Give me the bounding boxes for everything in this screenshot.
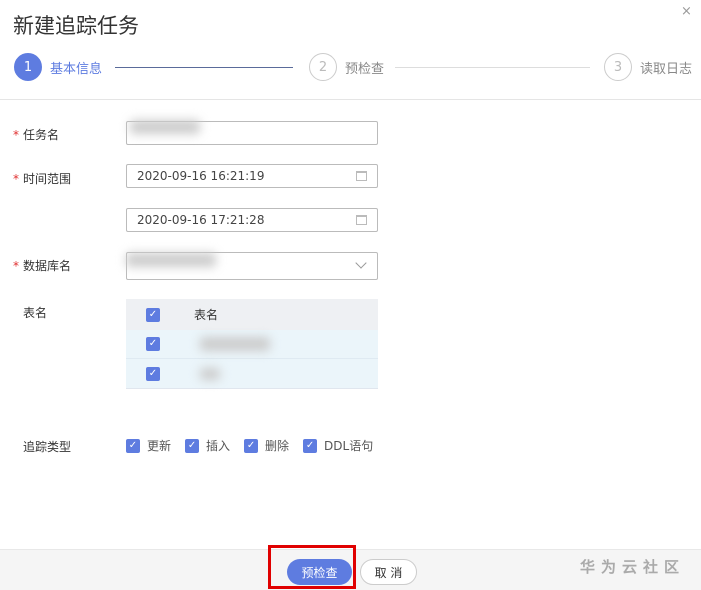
- step-1-label: 基本信息: [50, 62, 103, 77]
- checkbox-update-label: 更新: [147, 439, 172, 453]
- db-name-label: 数据库名: [23, 259, 72, 273]
- chevron-down-icon: [355, 257, 367, 269]
- task-name-label: 任务名: [23, 128, 60, 142]
- cancel-button[interactable]: 取 消: [360, 559, 417, 585]
- close-icon[interactable]: ×: [681, 4, 692, 19]
- track-type-group: ✓ 更新 ✓ 插入 ✓ 删除 ✓ DDL语句: [126, 437, 373, 454]
- calendar-icon[interactable]: [356, 171, 367, 181]
- row-checkbox[interactable]: ✓: [146, 337, 160, 351]
- redacted-value: [126, 253, 216, 267]
- table-row[interactable]: ✓: [126, 359, 378, 388]
- select-all-checkbox[interactable]: ✓: [146, 307, 160, 322]
- table-label: 表名: [23, 306, 48, 320]
- divider: [0, 99, 701, 100]
- checkbox-insert-label: 插入: [206, 439, 231, 453]
- row-checkbox[interactable]: ✓: [146, 366, 160, 381]
- start-time-value: 2020-09-16 16:21:19: [137, 169, 265, 183]
- checkbox-ddl-label: DDL语句: [324, 439, 374, 453]
- checkbox-ddl[interactable]: ✓: [303, 438, 318, 453]
- step-3-circle: 3: [604, 53, 632, 81]
- step-1-circle: 1: [14, 53, 42, 81]
- step-connector-2: [395, 67, 590, 68]
- redacted-value: [200, 337, 270, 351]
- precheck-button[interactable]: 预检查: [287, 559, 352, 585]
- checkbox-insert[interactable]: ✓: [185, 438, 200, 453]
- track-type-label: 追踪类型: [23, 440, 72, 454]
- table-row[interactable]: ✓: [126, 330, 378, 359]
- dialog-title: 新建追踪任务: [13, 14, 139, 38]
- required-mark: *: [13, 259, 19, 273]
- step-2-label: 预检查: [345, 62, 385, 77]
- end-time-value: 2020-09-16 17:21:28: [137, 213, 265, 227]
- table-header-row: ✓ 表名: [126, 299, 378, 330]
- required-mark: *: [13, 172, 19, 186]
- calendar-icon[interactable]: [356, 215, 367, 225]
- watermark: 华为云社区: [580, 558, 686, 576]
- start-time-input[interactable]: 2020-09-16 16:21:19: [126, 164, 378, 188]
- checkbox-delete-label: 删除: [265, 439, 290, 453]
- step-connector-1: [115, 67, 293, 68]
- required-mark: *: [13, 128, 19, 142]
- redacted-value: [130, 120, 200, 134]
- redacted-value: [200, 367, 220, 380]
- end-time-input[interactable]: 2020-09-16 17:21:28: [126, 208, 378, 232]
- time-range-label: 时间范围: [23, 172, 72, 186]
- step-3-label: 读取日志: [640, 62, 693, 77]
- step-2-circle: 2: [309, 53, 337, 81]
- table-header-name: 表名: [194, 308, 219, 322]
- table-list: ✓ 表名 ✓ ✓: [126, 299, 378, 389]
- checkbox-update[interactable]: ✓: [126, 438, 140, 453]
- checkbox-delete[interactable]: ✓: [244, 438, 259, 453]
